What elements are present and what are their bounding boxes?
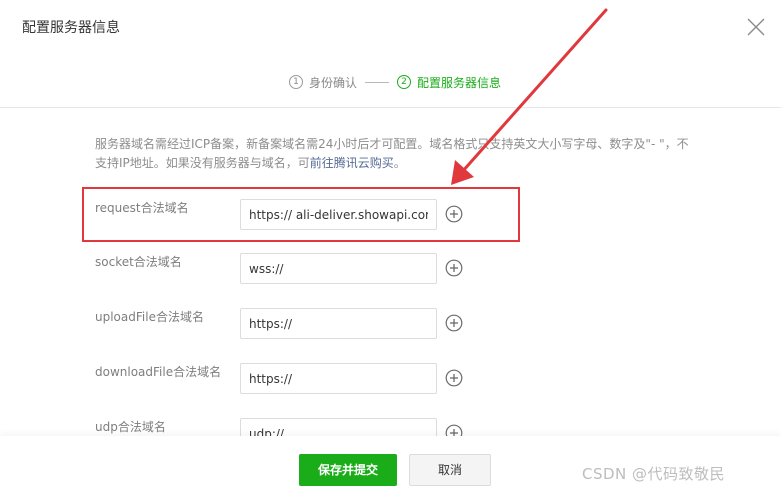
step-label: 配置服务器信息 bbox=[417, 75, 502, 90]
step-number: 2 bbox=[397, 75, 412, 89]
close-icon bbox=[747, 18, 765, 36]
notice-text-end: 。 bbox=[393, 156, 406, 170]
form-label: uploadFile合法域名 bbox=[95, 310, 204, 324]
plus-circle-icon bbox=[445, 369, 463, 387]
step-identity: 1 身份确认 bbox=[289, 74, 357, 91]
watermark: CSDN @代码致敬民 bbox=[582, 465, 726, 483]
add-upload-file-domain-button[interactable] bbox=[445, 314, 463, 332]
socket-domain-input[interactable] bbox=[240, 253, 437, 284]
header-divider bbox=[0, 107, 781, 108]
upload-file-domain-row: uploadFile合法域名 bbox=[95, 308, 475, 340]
socket-domain-row: socket合法域名 bbox=[95, 253, 475, 285]
save-submit-button[interactable]: 保存并提交 bbox=[299, 454, 397, 486]
config-server-dialog: 配置服务器信息 1 身份确认 2 配置服务器信息 服务器域名需经过ICP备案，新… bbox=[0, 0, 781, 495]
dialog-title: 配置服务器信息 bbox=[22, 20, 120, 36]
download-file-domain-row: downloadFile合法域名 bbox=[95, 363, 475, 395]
buy-tencent-cloud-link[interactable]: 前往腾讯云购买 bbox=[310, 156, 394, 170]
step-number: 1 bbox=[289, 75, 303, 89]
step-label: 身份确认 bbox=[309, 75, 358, 90]
close-button[interactable] bbox=[745, 16, 767, 38]
annotation-highlight-box bbox=[82, 187, 520, 242]
add-download-file-domain-button[interactable] bbox=[445, 369, 463, 387]
form-label: udp合法域名 bbox=[95, 420, 166, 434]
step-indicator: 1 身份确认 2 配置服务器信息 bbox=[289, 73, 501, 91]
step-connector bbox=[365, 81, 390, 83]
form-label: socket合法域名 bbox=[95, 255, 182, 269]
download-file-domain-input[interactable] bbox=[240, 363, 437, 394]
cancel-button[interactable]: 取消 bbox=[409, 454, 491, 486]
domain-notice: 服务器域名需经过ICP备案，新备案域名需24小时后才可配置。域名格式只支持英文大… bbox=[95, 135, 695, 173]
step-config-server: 2 配置服务器信息 bbox=[397, 74, 501, 91]
plus-circle-icon bbox=[445, 259, 463, 277]
add-socket-domain-button[interactable] bbox=[445, 259, 463, 277]
upload-file-domain-input[interactable] bbox=[240, 308, 437, 339]
form-label: downloadFile合法域名 bbox=[95, 365, 222, 379]
plus-circle-icon bbox=[445, 314, 463, 332]
